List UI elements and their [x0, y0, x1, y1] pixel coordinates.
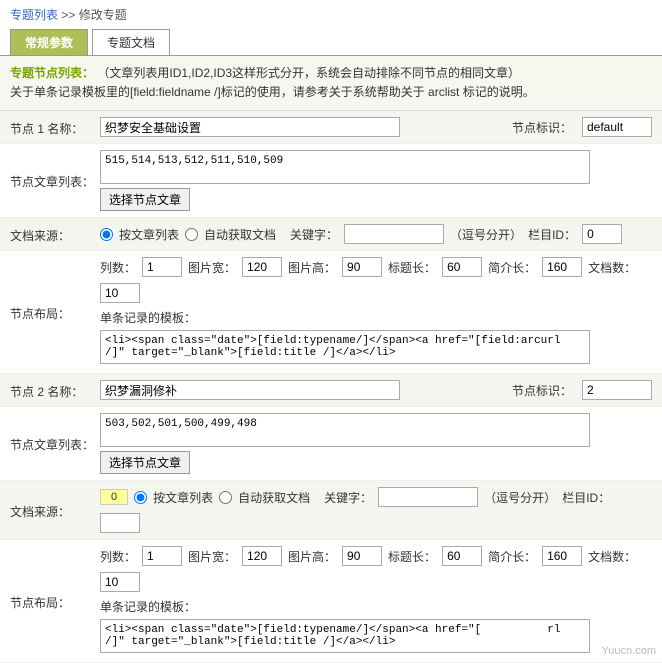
tab-params[interactable]: 常规参数 — [10, 29, 88, 55]
node1-keyword-input[interactable] — [344, 224, 444, 244]
node1-columnid-input[interactable] — [582, 224, 622, 244]
node1-imgh-input[interactable] — [342, 257, 382, 277]
node1-desclen-input[interactable] — [542, 257, 582, 277]
node2-keyword-input[interactable] — [378, 487, 478, 507]
node1-articles-row: 节点文章列表： 515,514,513,512,511,510,509 选择节点… — [0, 144, 662, 218]
node1-imgw-input[interactable] — [242, 257, 282, 277]
node2-select-article-button[interactable]: 选择节点文章 — [100, 451, 190, 474]
intro-section: 专题节点列表： （文章列表用ID1,ID2,ID3这样形式分开，系统会自动排除不… — [0, 56, 662, 111]
node1-name-input[interactable] — [100, 117, 400, 137]
node1-radio-bylist[interactable] — [100, 228, 113, 241]
node2-name-input[interactable] — [100, 380, 400, 400]
node1-articles-textarea[interactable]: 515,514,513,512,511,510,509 — [100, 150, 590, 184]
tab-docs[interactable]: 专题文档 — [92, 29, 170, 55]
node2-doccount-input[interactable] — [100, 572, 140, 592]
node2-id-label: 节点标识： — [512, 382, 572, 399]
node1-header-row: 节点 1 名称： 节点标识： — [0, 111, 662, 144]
node2-imgh-input[interactable] — [342, 546, 382, 566]
node1-layout-row: 节点布局： 列数： 图片宽： 图片高： 标题长： 简介长： 文档数： 单条记录的… — [0, 251, 662, 374]
node1-id-input[interactable] — [582, 117, 652, 137]
node2-articles-row: 节点文章列表： 503,502,501,500,499,498 选择节点文章 — [0, 407, 662, 481]
node2-columnid-input[interactable] — [100, 513, 140, 533]
node1-template-textarea[interactable]: <li><span class="date">[field:typename/]… — [100, 330, 590, 364]
node1-titlelen-input[interactable] — [442, 257, 482, 277]
node2-radio-bylist[interactable] — [134, 491, 147, 504]
intro-title: 专题节点列表： — [10, 66, 94, 80]
node2-id-input[interactable] — [582, 380, 652, 400]
node2-imgw-input[interactable] — [242, 546, 282, 566]
node1-select-article-button[interactable]: 选择节点文章 — [100, 188, 190, 211]
node1-cols-input[interactable] — [142, 257, 182, 277]
node1-id-label: 节点标识： — [512, 119, 572, 136]
node2-radio-auto[interactable] — [219, 491, 232, 504]
breadcrumb-sep: >> — [61, 8, 75, 22]
tabs: 常规参数 专题文档 — [0, 29, 662, 56]
node2-layout-row: 节点布局： 列数： 图片宽： 图片高： 标题长： 简介长： 文档数： 单条记录的… — [0, 540, 662, 663]
node1-source-row: 文档来源： 按文章列表 自动获取文档 关键字： （逗号分开） 栏目ID： — [0, 218, 662, 251]
node2-titlelen-input[interactable] — [442, 546, 482, 566]
node2-articles-textarea[interactable]: 503,502,501,500,499,498 — [100, 413, 590, 447]
breadcrumb-current: 修改专题 — [79, 8, 127, 22]
intro-line2: 关于单条记录模板里的[field:fieldname /]标记的使用，请参考关于… — [10, 85, 535, 99]
node2-template-textarea[interactable]: <li><span class="date">[field:typename/]… — [100, 619, 590, 653]
breadcrumb-list[interactable]: 专题列表 — [10, 8, 58, 22]
node1-doccount-input[interactable] — [100, 283, 140, 303]
node2-badge: 0 — [100, 489, 128, 505]
node2-cols-input[interactable] — [142, 546, 182, 566]
node1-radio-auto[interactable] — [185, 228, 198, 241]
intro-line1: （文章列表用ID1,ID2,ID3这样形式分开，系统会自动排除不同节点的相同文章… — [97, 66, 520, 80]
node2-source-row: 文档来源： 0 按文章列表 自动获取文档 关键字： （逗号分开） 栏目ID： — [0, 481, 662, 540]
breadcrumb: 专题列表 >> 修改专题 — [0, 0, 662, 29]
node2-desclen-input[interactable] — [542, 546, 582, 566]
node2-header-row: 节点 2 名称： 节点标识： — [0, 374, 662, 407]
